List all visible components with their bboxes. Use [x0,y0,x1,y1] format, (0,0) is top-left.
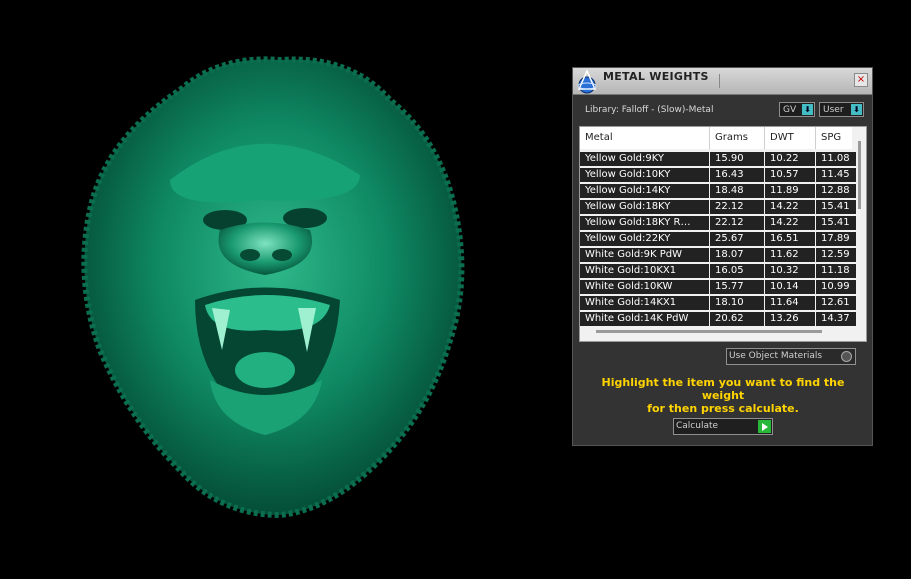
cell-metal: Yellow Gold:18KY R… [580,216,709,230]
unit-dropdown-value: GV [783,105,797,115]
horizontal-scrollbar[interactable] [596,330,822,333]
cell-metal: Yellow Gold:9KY [580,152,709,166]
column-header-metal[interactable]: Metal [580,127,710,149]
metal-weights-table[interactable]: Metal Grams DWT SPG Yellow Gold:9KY 15.90… [579,126,867,342]
cell-spg: 15.41 [816,216,856,230]
cell-grams: 18.10 [710,296,764,310]
unit-dropdown[interactable]: GV ⬇ [779,102,815,117]
column-header-spg[interactable]: SPG [816,127,856,149]
gorilla-head-model[interactable] [60,50,480,530]
cell-grams: 18.07 [710,248,764,262]
table-row[interactable]: Yellow Gold:10KY 16.43 10.57 11.45 [580,167,856,183]
cell-dwt: 11.62 [765,248,815,262]
vertical-scrollbar[interactable] [858,141,861,209]
cell-spg: 11.18 [816,264,856,278]
table-row[interactable]: White Gold:10KX1 16.05 10.32 11.18 [580,263,856,279]
instruction-line-1: Highlight the item you want to find the … [601,376,845,402]
cell-grams: 16.43 [710,168,764,182]
cell-spg: 12.61 [816,296,856,310]
cell-spg: 11.08 [816,152,856,166]
cell-dwt: 10.57 [765,168,815,182]
cell-metal: Yellow Gold:10KY [580,168,709,182]
use-object-materials-label: Use Object Materials [729,351,823,361]
cell-metal: White Gold:10KW [580,280,709,294]
cell-grams: 22.12 [710,216,764,230]
use-object-materials-option[interactable]: Use Object Materials [726,348,856,365]
cell-grams: 18.48 [710,184,764,198]
cell-dwt: 11.64 [765,296,815,310]
chevron-down-icon: ⬇ [851,104,862,115]
calculate-label: Calculate [676,421,719,431]
cell-grams: 22.12 [710,200,764,214]
play-arrow-icon [758,420,771,433]
table-body: Yellow Gold:9KY 15.90 10.22 11.08 Yellow Gol… [580,151,856,327]
cell-dwt: 10.32 [765,264,815,278]
table-row[interactable]: White Gold:14K PdW 20.62 13.26 14.37 [580,311,856,327]
cell-grams: 20.62 [710,312,764,326]
cell-spg: 11.45 [816,168,856,182]
title-divider [719,74,856,88]
table-row[interactable]: Yellow Gold:18KY R… 22.12 14.22 15.41 [580,215,856,231]
cell-dwt: 14.22 [765,200,815,214]
cell-metal: Yellow Gold:22KY [580,232,709,246]
table-row[interactable]: Yellow Gold:9KY 15.90 10.22 11.08 [580,151,856,167]
instruction-line-2: for then press calculate. [647,402,799,415]
cell-spg: 14.37 [816,312,856,326]
metal-weights-panel: METAL WEIGHTS × Library: Falloff - (Slow… [572,67,873,446]
radio-icon[interactable] [841,351,852,362]
instruction-text: Highlight the item you want to find the … [579,376,867,415]
table-row[interactable]: White Gold:10KW 15.77 10.14 10.99 [580,279,856,295]
cell-metal: White Gold:14KX1 [580,296,709,310]
cell-grams: 15.90 [710,152,764,166]
table-row[interactable]: Yellow Gold:22KY 25.67 16.51 17.89 [580,231,856,247]
cell-metal: White Gold:10KX1 [580,264,709,278]
cell-dwt: 13.26 [765,312,815,326]
cell-dwt: 14.22 [765,216,815,230]
chevron-down-icon: ⬇ [802,104,813,115]
cell-dwt: 16.51 [765,232,815,246]
cell-spg: 17.89 [816,232,856,246]
user-dropdown[interactable]: User ⬇ [819,102,864,117]
cell-spg: 10.99 [816,280,856,294]
gemvision-icon [577,69,597,94]
column-header-dwt[interactable]: DWT [765,127,816,149]
cell-dwt: 11.89 [765,184,815,198]
cell-metal: White Gold:9K PdW [580,248,709,262]
table-header: Metal Grams DWT SPG [580,127,852,149]
calculate-button[interactable]: Calculate [673,418,773,435]
cell-spg: 12.88 [816,184,856,198]
cell-spg: 15.41 [816,200,856,214]
cell-dwt: 10.22 [765,152,815,166]
panel-title: METAL WEIGHTS [603,70,709,83]
cell-grams: 15.77 [710,280,764,294]
panel-titlebar[interactable]: METAL WEIGHTS × [573,68,872,95]
cell-grams: 25.67 [710,232,764,246]
column-header-grams[interactable]: Grams [710,127,765,149]
cell-grams: 16.05 [710,264,764,278]
table-row[interactable]: White Gold:14KX1 18.10 11.64 12.61 [580,295,856,311]
table-row[interactable]: White Gold:9K PdW 18.07 11.62 12.59 [580,247,856,263]
table-row[interactable]: Yellow Gold:14KY 18.48 11.89 12.88 [580,183,856,199]
cell-dwt: 10.14 [765,280,815,294]
cell-metal: Yellow Gold:14KY [580,184,709,198]
cell-spg: 12.59 [816,248,856,262]
table-row[interactable]: Yellow Gold:18KY 22.12 14.22 15.41 [580,199,856,215]
cell-metal: Yellow Gold:18KY [580,200,709,214]
user-dropdown-value: User [823,105,844,115]
library-label: Library: Falloff - (Slow)-Metal [585,105,714,115]
close-button[interactable]: × [854,73,868,87]
cell-metal: White Gold:14K PdW [580,312,709,326]
